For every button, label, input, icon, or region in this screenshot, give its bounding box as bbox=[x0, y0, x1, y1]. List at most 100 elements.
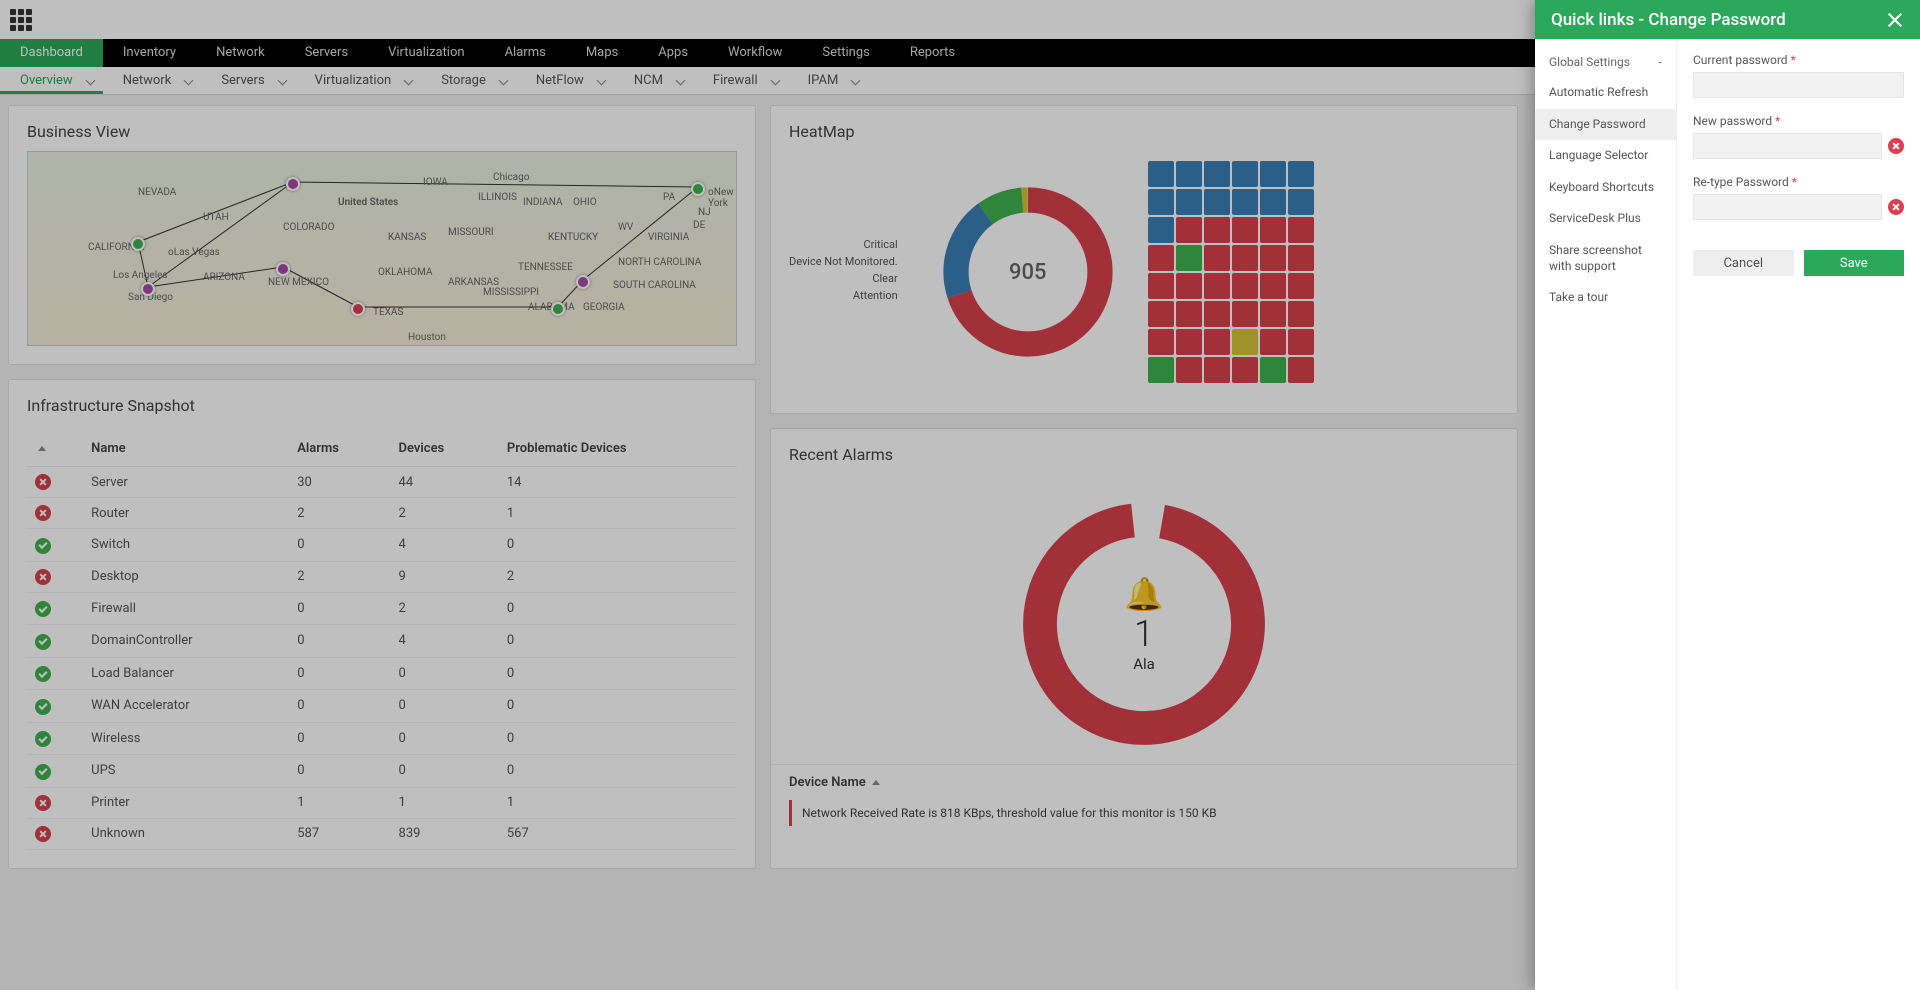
heatmap-cell[interactable] bbox=[1260, 217, 1286, 243]
heatmap-cell[interactable] bbox=[1204, 273, 1230, 299]
main-nav-tab-settings[interactable]: Settings bbox=[802, 39, 889, 67]
current-password-input[interactable] bbox=[1693, 72, 1904, 98]
heatmap-cell[interactable] bbox=[1288, 301, 1314, 327]
main-nav-tab-reports[interactable]: Reports bbox=[890, 39, 975, 67]
quick-link-item[interactable]: Automatic Refresh bbox=[1535, 77, 1676, 109]
map-node[interactable] bbox=[141, 282, 155, 296]
sub-nav-tab-ipam[interactable]: IPAM bbox=[788, 67, 869, 94]
column-header[interactable]: Problematic Devices bbox=[499, 431, 737, 467]
column-header[interactable] bbox=[27, 431, 83, 467]
close-icon[interactable] bbox=[1886, 11, 1904, 29]
device-name-header[interactable]: Device Name bbox=[771, 764, 1517, 796]
heatmap-cell[interactable] bbox=[1148, 161, 1174, 187]
map-node[interactable] bbox=[276, 262, 290, 276]
table-row[interactable]: Wireless000 bbox=[27, 722, 737, 755]
main-nav-tab-virtualization[interactable]: Virtualization bbox=[368, 39, 485, 67]
map-node[interactable] bbox=[286, 177, 300, 191]
heatmap-cell[interactable] bbox=[1176, 273, 1202, 299]
main-nav-tab-apps[interactable]: Apps bbox=[638, 39, 708, 67]
heatmap-cell[interactable] bbox=[1232, 245, 1258, 271]
heatmap-cell[interactable] bbox=[1176, 189, 1202, 215]
heatmap-cell[interactable] bbox=[1176, 301, 1202, 327]
map-node[interactable] bbox=[351, 302, 365, 316]
sub-nav-tab-network[interactable]: Network bbox=[103, 67, 202, 94]
heatmap-cell[interactable] bbox=[1176, 245, 1202, 271]
heatmap-cell[interactable] bbox=[1232, 273, 1258, 299]
table-row[interactable]: Switch040 bbox=[27, 529, 737, 562]
heatmap-cell[interactable] bbox=[1288, 189, 1314, 215]
heatmap-cell[interactable] bbox=[1260, 301, 1286, 327]
heatmap-cell[interactable] bbox=[1204, 217, 1230, 243]
heatmap-gauge[interactable]: 905 bbox=[938, 182, 1118, 362]
heatmap-cell[interactable] bbox=[1204, 161, 1230, 187]
heatmap-cell[interactable] bbox=[1204, 329, 1230, 355]
heatmap-cell[interactable] bbox=[1204, 189, 1230, 215]
heatmap-cell[interactable] bbox=[1176, 357, 1202, 383]
heatmap-cell[interactable] bbox=[1148, 189, 1174, 215]
quick-link-item[interactable]: Keyboard Shortcuts bbox=[1535, 172, 1676, 204]
sub-nav-tab-virtualization[interactable]: Virtualization bbox=[295, 67, 422, 94]
table-row[interactable]: Router221 bbox=[27, 498, 737, 529]
heatmap-cell[interactable] bbox=[1176, 161, 1202, 187]
quick-link-item[interactable]: ServiceDesk Plus bbox=[1535, 203, 1676, 235]
sub-nav-tab-firewall[interactable]: Firewall bbox=[693, 67, 788, 94]
main-nav-tab-workflow[interactable]: Workflow bbox=[708, 39, 802, 67]
heatmap-cell[interactable] bbox=[1148, 273, 1174, 299]
quick-link-item[interactable]: Change Password bbox=[1535, 109, 1676, 141]
quick-link-item[interactable]: Language Selector bbox=[1535, 140, 1676, 172]
heatmap-cell[interactable] bbox=[1260, 273, 1286, 299]
heatmap-cell[interactable] bbox=[1148, 245, 1174, 271]
heatmap-cell[interactable] bbox=[1288, 161, 1314, 187]
heatmap-cell[interactable] bbox=[1232, 329, 1258, 355]
main-nav-tab-maps[interactable]: Maps bbox=[566, 39, 638, 67]
table-row[interactable]: WAN Accelerator000 bbox=[27, 690, 737, 723]
main-nav-tab-network[interactable]: Network bbox=[196, 39, 285, 67]
main-nav-tab-servers[interactable]: Servers bbox=[285, 39, 368, 67]
heatmap-cell[interactable] bbox=[1288, 245, 1314, 271]
main-nav-tab-dashboard[interactable]: Dashboard bbox=[0, 39, 103, 67]
table-row[interactable]: Firewall020 bbox=[27, 592, 737, 625]
retype-password-input[interactable] bbox=[1693, 194, 1882, 220]
heatmap-cell[interactable] bbox=[1288, 329, 1314, 355]
heatmap-cell[interactable] bbox=[1260, 189, 1286, 215]
cancel-button[interactable]: Cancel bbox=[1693, 250, 1794, 276]
heatmap-cell[interactable] bbox=[1232, 189, 1258, 215]
heatmap-cell[interactable] bbox=[1260, 329, 1286, 355]
table-row[interactable]: Printer111 bbox=[27, 787, 737, 818]
heatmap-cell[interactable] bbox=[1176, 217, 1202, 243]
heatmap-cell[interactable] bbox=[1260, 357, 1286, 383]
heatmap-cell[interactable] bbox=[1288, 357, 1314, 383]
sub-nav-tab-overview[interactable]: Overview bbox=[0, 67, 103, 94]
heatmap-cell[interactable] bbox=[1204, 245, 1230, 271]
column-header[interactable]: Name bbox=[83, 431, 289, 467]
quick-link-item[interactable]: Take a tour bbox=[1535, 282, 1676, 314]
business-view-map[interactable]: United StatesIOWAChicagoNEVADAUTAHCOLORA… bbox=[27, 151, 737, 346]
heatmap-cell[interactable] bbox=[1232, 161, 1258, 187]
heatmap-cell[interactable] bbox=[1148, 357, 1174, 383]
save-button[interactable]: Save bbox=[1804, 250, 1905, 276]
heatmap-cell[interactable] bbox=[1288, 273, 1314, 299]
sub-nav-tab-ncm[interactable]: NCM bbox=[614, 67, 693, 94]
table-row[interactable]: Desktop292 bbox=[27, 561, 737, 592]
menu-section-header[interactable]: Global Settings - bbox=[1535, 47, 1676, 77]
heatmap-cell[interactable] bbox=[1232, 217, 1258, 243]
heatmap-cell[interactable] bbox=[1148, 217, 1174, 243]
main-nav-tab-inventory[interactable]: Inventory bbox=[103, 39, 196, 67]
heatmap-cell[interactable] bbox=[1176, 329, 1202, 355]
alarm-message[interactable]: Network Received Rate is 818 KBps, thres… bbox=[789, 800, 1499, 826]
heatmap-cell[interactable] bbox=[1260, 245, 1286, 271]
heatmap-cell[interactable] bbox=[1232, 357, 1258, 383]
table-row[interactable]: Load Balancer000 bbox=[27, 657, 737, 690]
column-header[interactable]: Alarms bbox=[289, 431, 390, 467]
sub-nav-tab-servers[interactable]: Servers bbox=[201, 67, 294, 94]
table-row[interactable]: Unknown587839567 bbox=[27, 818, 737, 849]
apps-grid-icon[interactable] bbox=[10, 9, 32, 31]
heatmap-grid[interactable] bbox=[1148, 161, 1314, 383]
map-node[interactable] bbox=[131, 237, 145, 251]
main-nav-tab-alarms[interactable]: Alarms bbox=[485, 39, 566, 67]
table-row[interactable]: UPS000 bbox=[27, 755, 737, 788]
map-node[interactable] bbox=[576, 275, 590, 289]
heatmap-cell[interactable] bbox=[1260, 161, 1286, 187]
heatmap-cell[interactable] bbox=[1288, 217, 1314, 243]
sub-nav-tab-storage[interactable]: Storage bbox=[421, 67, 516, 94]
